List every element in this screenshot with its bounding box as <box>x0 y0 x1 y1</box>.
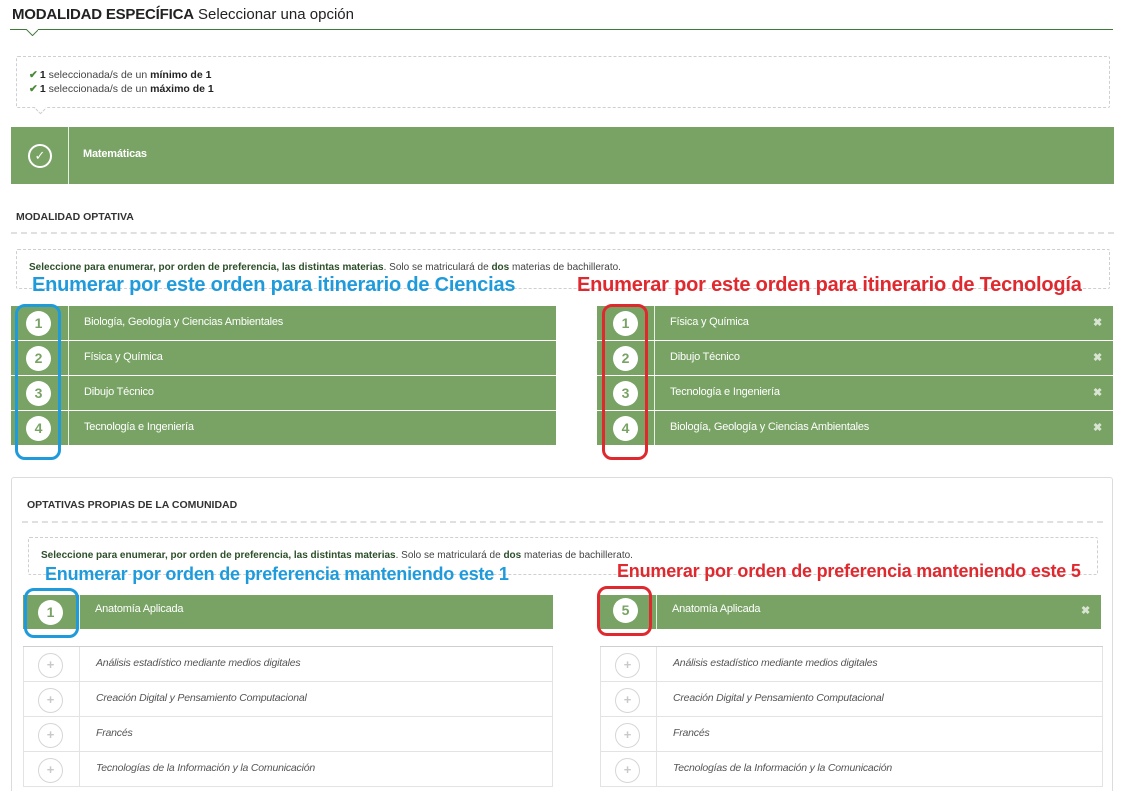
section-title-optativas-comunidad: OPTATIVAS PROPIAS DE LA COMUNIDAD <box>27 499 238 511</box>
annotation-keep-1: Enumerar por orden de preferencia manten… <box>45 564 509 584</box>
list-item[interactable]: 2 Dibujo Técnico ✖ <box>597 341 1113 375</box>
infobox-pointer <box>34 107 46 115</box>
selected-subject-row[interactable]: ✓ Matemáticas <box>11 127 1114 184</box>
section-title-modalidad-optativa: MODALIDAD OPTATIVA <box>16 211 134 223</box>
requirement-max: ✔ 1 seleccionada/s de un máximo de 1 <box>29 83 214 95</box>
list-item-label: Creación Digital y Pensamiento Computaci… <box>96 692 307 704</box>
list-item[interactable]: 1 Física y Química ✖ <box>597 306 1113 340</box>
selected-optativa-left[interactable]: 1 Anatomía Aplicada <box>23 595 553 629</box>
selected-optativa-right[interactable]: 5 Anatomía Aplicada ✖ <box>600 595 1101 629</box>
list-item[interactable]: 4 Biología, Geología y Ciencias Ambienta… <box>597 411 1113 445</box>
highlight-outline-red <box>597 586 652 636</box>
plus-icon[interactable]: + <box>38 688 63 713</box>
selected-subject-label: Matemáticas <box>83 148 147 160</box>
list-item[interactable]: + Francés <box>600 717 1103 752</box>
list-item-label: Física y Química <box>84 351 163 363</box>
close-icon[interactable]: ✖ <box>1081 604 1090 617</box>
list-item-label: Creación Digital y Pensamiento Computaci… <box>673 692 884 704</box>
highlight-outline-blue <box>24 588 79 638</box>
list-item-label: Física y Química <box>670 316 749 328</box>
close-icon[interactable]: ✖ <box>1093 421 1102 434</box>
list-item-label: Dibujo Técnico <box>670 351 740 363</box>
highlight-outline-red <box>602 304 648 460</box>
page-title-subtitle: Seleccionar una opción <box>198 6 354 23</box>
list-item[interactable]: 3 Dibujo Técnico <box>11 376 556 410</box>
unselected-list-left: + Análisis estadístico mediante medios d… <box>23 646 553 787</box>
check-icon: ✔ <box>29 83 38 95</box>
list-item[interactable]: 1 Biología, Geología y Ciencias Ambienta… <box>11 306 556 340</box>
plus-icon[interactable]: + <box>38 653 63 678</box>
unselected-list-right: + Análisis estadístico mediante medios d… <box>600 646 1103 787</box>
check-icon: ✓ <box>28 144 52 168</box>
annotation-keep-5: Enumerar por orden de preferencia manten… <box>617 561 1081 581</box>
header-pointer <box>26 29 38 36</box>
section-header: MODALIDAD ESPECÍFICA Seleccionar una opc… <box>10 0 1113 30</box>
annotation-ciencias: Enumerar por este orden para itinerario … <box>32 274 516 296</box>
list-item[interactable]: 2 Física y Química <box>11 341 556 375</box>
list-item-label: Biología, Geología y Ciencias Ambientale… <box>670 421 870 433</box>
divider <box>11 232 1114 234</box>
list-item-label: Francés <box>96 727 133 739</box>
list-item[interactable]: + Análisis estadístico mediante medios d… <box>23 647 553 682</box>
plus-icon[interactable]: + <box>615 653 640 678</box>
divider <box>22 521 1103 523</box>
list-item[interactable]: 3 Tecnología e Ingeniería ✖ <box>597 376 1113 410</box>
list-item-label: Tecnologías de la Información y la Comun… <box>96 762 316 774</box>
list-item[interactable]: + Francés <box>23 717 553 752</box>
list-item-label: Análisis estadístico mediante medios dig… <box>96 657 301 669</box>
list-item[interactable]: + Análisis estadístico mediante medios d… <box>600 647 1103 682</box>
plus-icon[interactable]: + <box>615 688 640 713</box>
list-item[interactable]: 4 Tecnología e Ingeniería <box>11 411 556 445</box>
plus-icon[interactable]: + <box>38 723 63 748</box>
list-item[interactable]: + Tecnologías de la Información y la Com… <box>600 752 1103 787</box>
list-item-label: Tecnologías de la Información y la Comun… <box>673 762 893 774</box>
list-item-label: Biología, Geología y Ciencias Ambientale… <box>84 316 284 328</box>
plus-icon[interactable]: + <box>615 758 640 783</box>
requirement-min: ✔ 1 seleccionada/s de un mínimo de 1 <box>29 69 212 81</box>
close-icon[interactable]: ✖ <box>1093 351 1102 364</box>
list-item-label: Anatomía Aplicada <box>672 603 761 615</box>
list-item-label: Análisis estadístico mediante medios dig… <box>673 657 878 669</box>
requirements-box: ✔ 1 seleccionada/s de un mínimo de 1 ✔ 1 s… <box>16 56 1110 108</box>
list-item-label: Dibujo Técnico <box>84 386 154 398</box>
list-item[interactable]: + Creación Digital y Pensamiento Computa… <box>23 682 553 717</box>
annotation-tecnologia: Enumerar por este orden para itinerario … <box>577 274 1082 296</box>
highlight-outline-blue <box>15 304 61 460</box>
close-icon[interactable]: ✖ <box>1093 316 1102 329</box>
list-item-label: Tecnología e Ingeniería <box>84 421 194 433</box>
list-item-label: Francés <box>673 727 710 739</box>
plus-icon[interactable]: + <box>615 723 640 748</box>
check-icon: ✔ <box>29 69 38 81</box>
close-icon[interactable]: ✖ <box>1093 386 1102 399</box>
page-title: MODALIDAD ESPECÍFICA Seleccionar una opc… <box>12 6 354 23</box>
plus-icon[interactable]: + <box>38 758 63 783</box>
page-title-bold: MODALIDAD ESPECÍFICA <box>12 6 194 23</box>
list-item[interactable]: + Creación Digital y Pensamiento Computa… <box>600 682 1103 717</box>
list-item-label: Anatomía Aplicada <box>95 603 184 615</box>
list-item[interactable]: + Tecnologías de la Información y la Com… <box>23 752 553 787</box>
list-item-label: Tecnología e Ingeniería <box>670 386 780 398</box>
